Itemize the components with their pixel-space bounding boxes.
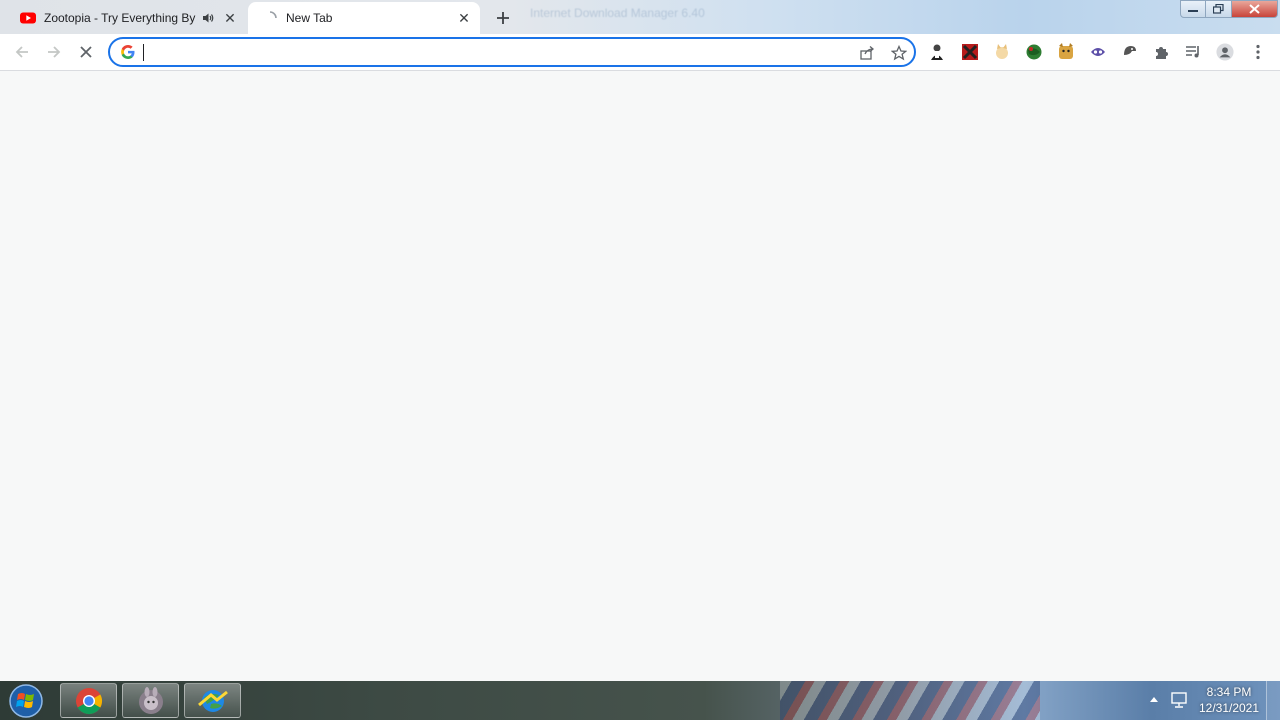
stop-loading-button[interactable]: [74, 40, 98, 64]
chevron-up-icon: [1150, 697, 1158, 702]
bunny-app-icon: [138, 686, 163, 714]
clock-time: 8:34 PM: [1206, 685, 1252, 699]
tab-title: Zootopia - Try Everything By: [44, 11, 196, 25]
network-icon[interactable]: [1170, 691, 1188, 709]
minimize-button[interactable]: [1180, 0, 1206, 18]
tab-strip: Internet Download Manager 6.40 Zootopia …: [0, 0, 1280, 34]
text-caret: [143, 44, 144, 61]
menu-icon[interactable]: [1249, 43, 1267, 61]
x-extension-icon[interactable]: [961, 43, 979, 61]
start-button[interactable]: [4, 682, 48, 720]
new-tab-button[interactable]: [491, 6, 515, 30]
system-clock[interactable]: 8:34 PM 12/31/2021: [1196, 684, 1262, 716]
forward-button[interactable]: [42, 40, 66, 64]
clock-date: 12/31/2021: [1198, 701, 1260, 715]
browser-toolbar: [0, 34, 1280, 71]
plus-icon: [497, 12, 509, 24]
address-bar[interactable]: [108, 37, 916, 67]
page-content: [0, 71, 1280, 681]
show-hidden-icons-button[interactable]: [1148, 693, 1160, 705]
taskbar-bunny-app[interactable]: [122, 683, 179, 718]
chrome-icon: [75, 687, 102, 714]
fox-extension-icon[interactable]: [1121, 43, 1139, 61]
close-tab-icon[interactable]: ✕: [456, 10, 472, 26]
back-arrow-icon: [15, 46, 28, 58]
tab-zootopia[interactable]: Zootopia - Try Everything By ✕: [8, 2, 246, 34]
windows-taskbar: 8:34 PM 12/31/2021: [0, 681, 1280, 720]
reading-list-icon[interactable]: [1184, 43, 1202, 61]
bookmark-star-icon[interactable]: [890, 44, 908, 62]
windows-orb-icon: [9, 684, 43, 718]
loading-icon: [269, 11, 277, 19]
address-input[interactable]: [142, 42, 846, 64]
wallpaper-pattern: [780, 681, 1040, 720]
back-button[interactable]: [10, 40, 34, 64]
person-extension-icon[interactable]: [928, 43, 946, 61]
google-icon: [121, 45, 135, 59]
idm-icon: [197, 689, 228, 712]
profile-icon[interactable]: [1216, 43, 1234, 61]
close-icon: [80, 46, 92, 58]
share-icon[interactable]: [858, 44, 876, 62]
tab-new-tab[interactable]: New Tab ✕: [248, 2, 480, 34]
close-window-button[interactable]: [1232, 0, 1278, 18]
taskbar-chrome[interactable]: [60, 683, 117, 718]
forward-arrow-icon: [48, 46, 61, 58]
close-tab-icon[interactable]: ✕: [222, 10, 238, 26]
background-window-title: Internet Download Manager 6.40: [530, 6, 705, 20]
youtube-icon: [20, 12, 36, 24]
globe-extension-icon[interactable]: [1025, 43, 1043, 61]
cat-extension-icon[interactable]: [993, 43, 1011, 61]
show-desktop-button[interactable]: [1266, 681, 1280, 720]
window-controls: [1180, 0, 1278, 20]
robot-extension-icon[interactable]: [1089, 43, 1107, 61]
dog-extension-icon[interactable]: [1057, 43, 1075, 61]
puzzle-icon[interactable]: [1153, 43, 1171, 61]
restore-icon: [1213, 4, 1224, 14]
close-icon: [1249, 4, 1260, 14]
taskbar-idm[interactable]: [184, 683, 241, 718]
minimize-icon: [1188, 10, 1198, 12]
tab-title: New Tab: [286, 11, 333, 25]
restore-button[interactable]: [1206, 0, 1232, 18]
speaker-icon[interactable]: [200, 10, 216, 26]
